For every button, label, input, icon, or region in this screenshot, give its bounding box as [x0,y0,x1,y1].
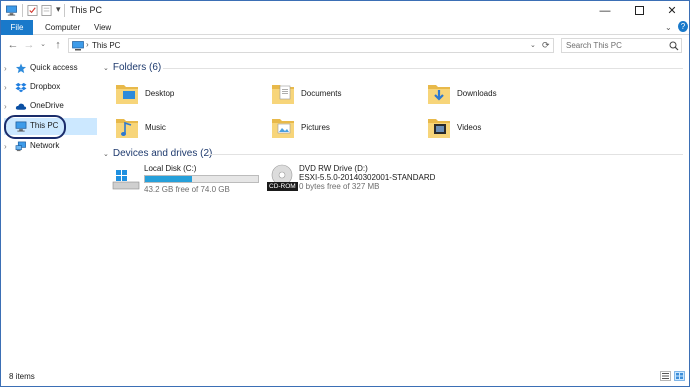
star-icon [15,63,27,74]
drive-local-disk-c[interactable]: Local Disk (C:) 43.2 GB free of 74.0 GB [112,164,262,194]
address-dropdown-icon[interactable]: ⌄ [530,41,536,49]
tab-view[interactable]: View [88,20,117,35]
up-arrow-icon: ↑ [55,39,61,51]
cloud-icon [15,103,27,110]
maximize-button[interactable] [622,1,656,20]
collapse-icon: ⌄ [103,151,109,158]
videos-folder-icon [428,119,450,138]
sidebar-item-onedrive[interactable]: › OneDrive [4,98,97,115]
drive-usage-bar [144,175,259,183]
computer-icon[interactable] [6,5,17,16]
close-icon: ✕ [667,5,677,17]
dropbox-icon [15,82,27,93]
folder-label: Desktop [145,89,175,98]
search-box[interactable]: Search This PC [561,38,682,53]
properties-icon[interactable] [27,5,38,16]
desktop-folder-icon [116,85,138,104]
tab-file[interactable]: File [1,20,33,35]
folder-desktop[interactable]: Desktop [115,80,255,110]
sidebar-item-quick-access[interactable]: › Quick access [4,60,97,77]
highlight-annotation [4,115,66,139]
navigation-pane: › Quick access › Dropbox › OneDrive › Th… [1,56,101,366]
divider [163,68,683,69]
minimize-button[interactable]: — [588,1,622,20]
search-input[interactable]: Search This PC [566,41,622,50]
search-icon [669,41,679,51]
back-arrow-icon: ← [7,39,19,51]
computer-icon [72,41,84,51]
address-bar[interactable]: › This PC ⌄ ⟳ [68,38,554,53]
downloads-folder-icon [428,85,450,104]
group-header-folders[interactable]: ⌄ Folders (6) [103,62,161,73]
minimize-icon: — [599,4,611,17]
tab-computer[interactable]: Computer [39,20,86,35]
forward-arrow-icon: → [23,39,35,51]
sidebar-item-label: Network [30,141,60,150]
help-icon[interactable]: ? [678,21,688,32]
drive-name: DVD RW Drive (D:) [299,164,368,173]
item-count: 8 items [9,372,35,381]
status-bar: 8 items [1,366,689,386]
drive-volume-label: ESXI-5.5.0-20140302001-STANDARD [299,173,436,182]
title-bar: ▾ This PC — ✕ [1,1,689,20]
folder-music[interactable]: Music [115,114,255,144]
folder-label: Downloads [457,89,497,98]
breadcrumb-this-pc[interactable]: This PC [92,41,120,50]
chevron-right-icon[interactable]: › [4,142,12,151]
drive-free-space: 0 bytes free of 327 MB [299,182,380,191]
folder-downloads[interactable]: Downloads [427,80,567,110]
folder-videos[interactable]: Videos [427,114,567,144]
collapse-icon: ⌄ [103,65,109,72]
folder-label: Pictures [301,123,330,132]
details-view-icon[interactable] [660,371,671,381]
network-icon [15,141,26,152]
chevron-down-icon: ⌄ [40,41,46,48]
group-header-devices[interactable]: ⌄ Devices and drives (2) [103,148,212,159]
drive-dvd-d[interactable]: CD-ROM DVD RW Drive (D:) ESXI-5.5.0-2014… [267,164,447,196]
chevron-right-icon[interactable]: › [4,64,12,73]
recent-locations-button[interactable]: ⌄ [37,38,49,52]
drive-usage-fill [145,176,193,182]
title-separator [22,4,23,17]
sidebar-item-label: Quick access [30,63,78,72]
refresh-icon[interactable]: ⟳ [542,40,550,51]
hard-drive-icon [112,170,140,190]
divider [208,154,683,155]
drive-name: Local Disk (C:) [144,164,197,173]
breadcrumb-separator-icon: › [86,40,89,49]
new-folder-icon[interactable] [41,5,52,16]
maximize-icon [634,6,644,15]
tiles-view-icon[interactable] [674,371,685,381]
cd-rom-badge: CD-ROM [267,182,298,191]
sidebar-item-network[interactable]: › Network [4,138,97,155]
content-pane: ⌄ Folders (6) Desktop Documents Downloads… [101,56,689,366]
folder-documents[interactable]: Documents [271,80,411,110]
group-header-label: Devices and drives (2) [112,148,213,159]
chevron-right-icon[interactable]: › [4,102,12,111]
back-button[interactable]: ← [7,38,19,52]
pictures-folder-icon [272,119,294,138]
documents-folder-icon [272,85,294,104]
title-separator [64,4,65,17]
chevron-right-icon[interactable]: › [4,83,12,92]
ribbon-tabs: File Computer View ⌄ ? [1,20,689,35]
window-title: This PC [70,5,103,15]
close-button[interactable]: ✕ [655,1,689,20]
address-row: ← → ⌄ ↑ › This PC ⌄ ⟳ Search This PC [1,35,689,55]
expand-ribbon-icon[interactable]: ⌄ [665,23,672,32]
sidebar-item-label: Dropbox [30,82,61,91]
up-button[interactable]: ↑ [52,38,64,52]
group-header-label: Folders (6) [112,62,162,73]
folder-pictures[interactable]: Pictures [271,114,411,144]
folder-label: Videos [457,123,482,132]
folder-label: Documents [301,89,342,98]
sidebar-item-label: OneDrive [30,101,64,110]
sidebar-item-dropbox[interactable]: › Dropbox [4,79,97,96]
drive-free-space: 43.2 GB free of 74.0 GB [144,185,230,194]
qa-dropdown-icon[interactable]: ▾ [56,4,61,15]
music-folder-icon [116,119,138,138]
forward-button[interactable]: → [23,38,35,52]
folder-label: Music [145,123,166,132]
